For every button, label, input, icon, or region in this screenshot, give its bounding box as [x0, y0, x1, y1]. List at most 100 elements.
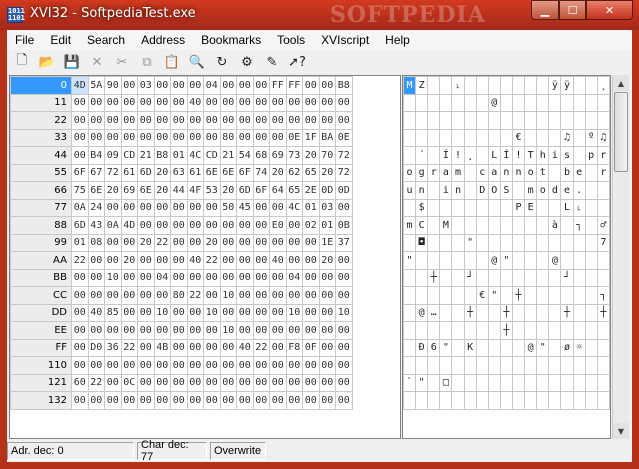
text-char-cell[interactable]	[536, 233, 550, 252]
text-char-cell[interactable]: !	[451, 146, 465, 165]
hex-byte-cell[interactable]: 00	[137, 373, 155, 392]
text-char-cell[interactable]: E	[524, 198, 538, 217]
text-char-cell[interactable]	[439, 251, 453, 270]
hex-byte-cell[interactable]: 00	[186, 216, 204, 235]
hex-byte-cell[interactable]: 20	[269, 163, 287, 182]
hex-byte-cell[interactable]: 00	[186, 268, 204, 287]
text-char-cell[interactable]	[524, 216, 538, 235]
text-char-cell[interactable]	[548, 286, 562, 305]
hex-byte-cell[interactable]: 6F	[71, 163, 89, 182]
text-char-cell[interactable]	[584, 198, 598, 217]
text-char-cell[interactable]	[524, 303, 538, 322]
text-char-cell[interactable]: L	[487, 146, 501, 165]
text-char-cell[interactable]: Í	[439, 146, 453, 165]
hex-byte-cell[interactable]: 00	[120, 356, 138, 375]
text-char-cell[interactable]	[463, 373, 477, 392]
hex-byte-cell[interactable]: 64	[269, 181, 287, 200]
hex-byte-cell[interactable]: 62	[285, 163, 303, 182]
text-char-cell[interactable]	[548, 268, 562, 287]
text-char-cell[interactable]	[427, 93, 441, 112]
text-char-cell[interactable]: m	[524, 181, 538, 200]
hex-byte-cell[interactable]: 00	[170, 356, 188, 375]
text-char-cell[interactable]: e	[572, 163, 586, 182]
text-char-cell[interactable]: Ð	[415, 338, 429, 357]
hex-byte-cell[interactable]: 22	[71, 251, 89, 270]
hex-byte-cell[interactable]: 00	[302, 76, 320, 95]
new-file-button[interactable]: 🗋	[12, 52, 32, 72]
hex-byte-cell[interactable]: 00	[87, 286, 105, 305]
menu-address[interactable]: Address	[133, 33, 193, 47]
script-button[interactable]: ✎	[262, 52, 282, 72]
hex-byte-cell[interactable]: 00	[285, 286, 303, 305]
hex-byte-cell[interactable]: 00	[120, 391, 138, 410]
text-char-cell[interactable]: n	[415, 181, 429, 200]
hex-byte-cell[interactable]: 50	[219, 198, 237, 217]
hex-byte-cell[interactable]: 00	[120, 111, 138, 130]
text-char-cell[interactable]	[524, 391, 538, 410]
hex-byte-cell[interactable]: 00	[285, 373, 303, 392]
hex-byte-cell[interactable]: 2E	[302, 181, 320, 200]
hex-byte-cell[interactable]: 00	[219, 268, 237, 287]
hex-byte-cell[interactable]: B8	[335, 76, 353, 95]
text-char-cell[interactable]: o	[536, 181, 550, 200]
text-char-cell[interactable]	[536, 391, 550, 410]
text-char-cell[interactable]	[427, 76, 441, 95]
hex-byte-cell[interactable]: 0B	[335, 216, 353, 235]
text-char-cell[interactable]	[487, 338, 501, 357]
text-char-cell[interactable]	[415, 251, 429, 270]
text-char-cell[interactable]	[536, 216, 550, 235]
hex-byte-cell[interactable]: 00	[302, 391, 320, 410]
text-char-cell[interactable]	[415, 93, 429, 112]
hex-byte-cell[interactable]: 00	[87, 111, 105, 130]
hex-byte-cell[interactable]: 00	[153, 216, 171, 235]
text-char-cell[interactable]	[487, 356, 501, 375]
text-char-cell[interactable]: i	[548, 146, 562, 165]
text-char-cell[interactable]: ´	[415, 146, 429, 165]
text-char-cell[interactable]	[415, 321, 429, 340]
hex-byte-cell[interactable]: 00	[219, 251, 237, 270]
text-char-cell[interactable]	[451, 391, 465, 410]
hex-byte-cell[interactable]: 60	[71, 373, 89, 392]
hex-byte-cell[interactable]: 00	[269, 128, 287, 147]
hex-byte-cell[interactable]: 04	[285, 268, 303, 287]
hex-byte-cell[interactable]: 00	[104, 356, 122, 375]
text-char-cell[interactable]	[475, 198, 489, 217]
text-char-cell[interactable]	[524, 321, 538, 340]
hex-byte-cell[interactable]: 00	[269, 111, 287, 130]
hex-byte-cell[interactable]: 01	[302, 198, 320, 217]
text-char-cell[interactable]: K	[463, 338, 477, 357]
text-char-cell[interactable]	[572, 233, 586, 252]
text-char-cell[interactable]: 7	[596, 233, 610, 252]
text-char-cell[interactable]	[560, 111, 574, 130]
text-char-cell[interactable]	[572, 93, 586, 112]
hex-byte-cell[interactable]: 00	[236, 286, 254, 305]
text-char-cell[interactable]: r	[596, 163, 610, 182]
hex-byte-cell[interactable]: 00	[219, 216, 237, 235]
hex-byte-cell[interactable]: 00	[120, 321, 138, 340]
hex-byte-cell[interactable]: 00	[153, 391, 171, 410]
text-char-cell[interactable]	[584, 286, 598, 305]
text-char-cell[interactable]	[548, 111, 562, 130]
hex-byte-cell[interactable]: 5A	[87, 76, 105, 95]
hex-byte-cell[interactable]: 53	[203, 181, 221, 200]
text-char-cell[interactable]	[451, 111, 465, 130]
text-char-cell[interactable]	[536, 286, 550, 305]
hex-byte-cell[interactable]: 04	[203, 76, 221, 95]
text-char-cell[interactable]: r	[596, 146, 610, 165]
text-char-cell[interactable]	[499, 198, 513, 217]
hex-byte-cell[interactable]: 00	[203, 286, 221, 305]
text-char-cell[interactable]: c	[475, 163, 489, 182]
text-char-cell[interactable]	[596, 338, 610, 357]
hex-byte-cell[interactable]: 00	[252, 373, 270, 392]
hex-byte-cell[interactable]: 44	[170, 181, 188, 200]
text-char-cell[interactable]	[511, 181, 526, 200]
hex-byte-cell[interactable]: 1F	[302, 128, 320, 147]
hex-byte-cell[interactable]: 00	[285, 251, 303, 270]
hex-byte-cell[interactable]: 00	[252, 128, 270, 147]
hex-byte-cell[interactable]: 00	[87, 251, 105, 270]
text-char-cell[interactable]	[487, 111, 501, 130]
hex-byte-cell[interactable]: 00	[269, 286, 287, 305]
text-char-cell[interactable]	[475, 93, 489, 112]
text-char-cell[interactable]	[584, 111, 598, 130]
hex-byte-cell[interactable]: 00	[203, 373, 221, 392]
